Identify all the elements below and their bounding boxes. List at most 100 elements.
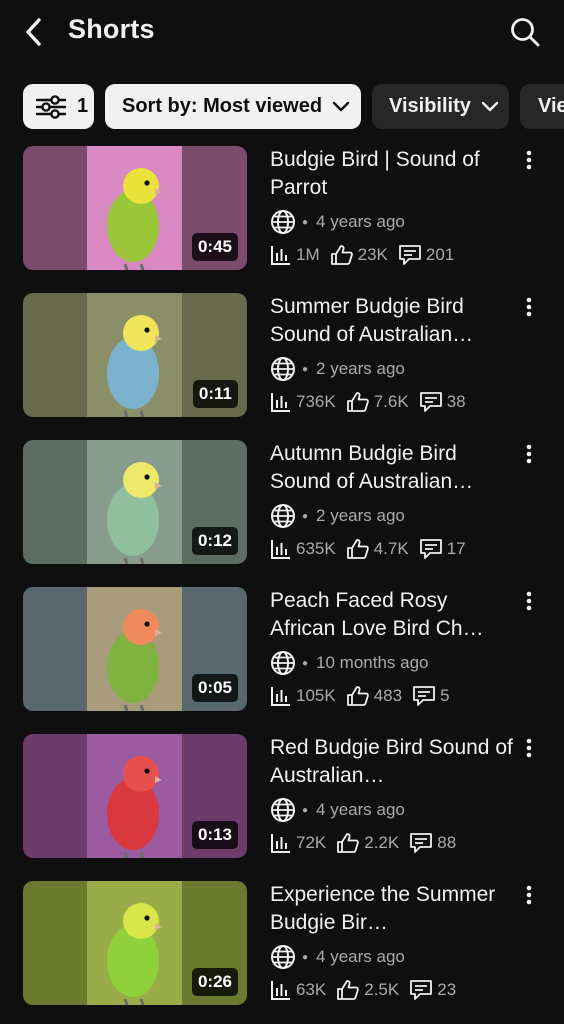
app-header: Shorts <box>0 0 564 64</box>
video-title[interactable]: Peach Faced Rosy African Love Bird Ch… <box>270 587 515 643</box>
video-info: Peach Faced Rosy African Love Bird Ch… ●… <box>270 587 515 709</box>
bar-chart-icon <box>271 540 290 559</box>
video-title[interactable]: Autumn Budgie Bird Sound of Australian… <box>270 440 515 496</box>
page-title: Shorts <box>68 14 155 44</box>
video-meta: ● 4 years ago <box>270 944 515 970</box>
thumbnail-frame <box>87 734 182 858</box>
video-info: Budgie Bird | Sound of Parrot ● 4 years … <box>270 146 515 268</box>
more-options-button[interactable] <box>516 146 542 176</box>
visibility-chip[interactable]: Visibility <box>372 84 509 129</box>
comment-icon <box>419 392 442 412</box>
comment-icon <box>410 833 433 853</box>
comments-stat: 201 <box>398 244 454 266</box>
bird-image <box>87 881 182 1005</box>
duration-badge: 0:12 <box>191 527 238 555</box>
sort-chip-label: Sort by: Most viewed <box>122 95 323 117</box>
views-stat: 1M <box>270 244 320 266</box>
likes-count: 7.6K <box>373 392 409 411</box>
duration-badge: 0:26 <box>191 968 238 996</box>
more-options-button[interactable] <box>516 881 542 911</box>
thumbnail-frame <box>87 440 182 564</box>
video-title[interactable]: Summer Budgie Bird Sound of Australian… <box>270 293 515 349</box>
comments-count: 38 <box>446 392 466 411</box>
views-chip-label: Vie <box>538 95 564 117</box>
video-thumbnail[interactable]: 0:11 <box>23 293 247 417</box>
more-vertical-icon <box>526 150 532 170</box>
separator-dot: ● <box>302 804 309 816</box>
comments-count: 201 <box>425 245 455 264</box>
video-stats: 72K 2.2K 88 <box>270 830 515 856</box>
video-list-item[interactable]: 0:05 Peach Faced Rosy African Love Bird … <box>0 587 564 711</box>
bird-image <box>87 440 182 564</box>
views-count: 63K <box>296 980 327 999</box>
likes-count: 2.2K <box>364 833 400 852</box>
views-count: 736K <box>296 392 336 411</box>
video-info: Summer Budgie Bird Sound of Australian… … <box>270 293 515 415</box>
search-icon <box>511 18 540 47</box>
video-list-item[interactable]: 0:13 Red Budgie Bird Sound of Australian… <box>0 734 564 858</box>
video-thumbnail[interactable]: 0:12 <box>23 440 247 564</box>
video-title[interactable]: Experience the Summer Budgie Bir… <box>270 881 515 937</box>
video-list-item[interactable]: 0:12 Autumn Budgie Bird Sound of Austral… <box>0 440 564 564</box>
video-stats: 635K 4.7K 17 <box>270 536 515 562</box>
thumbs-up-icon <box>330 245 353 265</box>
comments-stat: 38 <box>419 391 466 413</box>
views-count: 72K <box>296 833 327 852</box>
more-options-button[interactable] <box>516 293 542 323</box>
thumbs-up-icon <box>337 980 360 1000</box>
video-title[interactable]: Red Budgie Bird Sound of Australian… <box>270 734 515 790</box>
video-thumbnail[interactable]: 0:45 <box>23 146 247 270</box>
video-stats: 105K 483 5 <box>270 683 515 709</box>
filter-chip[interactable]: 1 <box>23 84 94 129</box>
comment-icon <box>410 980 433 1000</box>
more-options-button[interactable] <box>516 587 542 617</box>
globe-icon <box>271 798 295 822</box>
more-vertical-icon <box>526 444 532 464</box>
duration-badge: 0:05 <box>191 674 238 702</box>
duration-badge: 0:13 <box>191 821 238 849</box>
separator-dot: ● <box>302 951 309 963</box>
video-list-item[interactable]: 0:11 Summer Budgie Bird Sound of Austral… <box>0 293 564 417</box>
bird-image <box>87 146 182 270</box>
upload-age: 4 years ago <box>316 212 405 231</box>
views-chip[interactable]: Vie <box>520 84 564 129</box>
video-thumbnail[interactable]: 0:05 <box>23 587 247 711</box>
video-meta: ● 4 years ago <box>270 209 515 235</box>
video-thumbnail[interactable]: 0:13 <box>23 734 247 858</box>
video-list-item[interactable]: 0:45 Budgie Bird | Sound of Parrot ● 4 y… <box>0 146 564 270</box>
back-button[interactable] <box>16 12 52 52</box>
likes-count: 4.7K <box>373 539 409 558</box>
video-meta: ● 4 years ago <box>270 797 515 823</box>
video-meta: ● 2 years ago <box>270 356 515 382</box>
search-button[interactable] <box>504 12 546 52</box>
comments-stat: 88 <box>409 832 456 854</box>
filter-count: 1 <box>77 95 89 117</box>
thumbs-up-icon <box>346 539 369 559</box>
separator-dot: ● <box>302 216 309 228</box>
more-vertical-icon <box>526 738 532 758</box>
bar-chart-icon <box>271 687 290 706</box>
comment-icon <box>398 245 421 265</box>
sort-chip[interactable]: Sort by: Most viewed <box>105 84 361 129</box>
chevron-down-icon <box>332 101 350 113</box>
likes-stat: 483 <box>346 685 402 707</box>
video-meta: ● 10 months ago <box>270 650 515 676</box>
upload-age: 2 years ago <box>316 359 405 378</box>
chevron-left-icon <box>26 18 41 46</box>
video-list-item[interactable]: 0:26 Experience the Summer Budgie Bir… ●… <box>0 881 564 1005</box>
bird-image <box>87 587 182 711</box>
comments-stat: 17 <box>419 538 466 560</box>
views-stat: 105K <box>270 685 336 707</box>
more-options-button[interactable] <box>516 440 542 470</box>
video-title[interactable]: Budgie Bird | Sound of Parrot <box>270 146 515 202</box>
likes-stat: 4.7K <box>346 538 409 560</box>
upload-age: 2 years ago <box>316 506 405 525</box>
likes-stat: 7.6K <box>346 391 409 413</box>
likes-count: 2.5K <box>364 980 400 999</box>
video-thumbnail[interactable]: 0:26 <box>23 881 247 1005</box>
more-options-button[interactable] <box>516 734 542 764</box>
bird-image <box>87 293 182 417</box>
video-meta: ● 2 years ago <box>270 503 515 529</box>
globe-icon <box>271 945 295 969</box>
upload-age: 4 years ago <box>316 947 405 966</box>
